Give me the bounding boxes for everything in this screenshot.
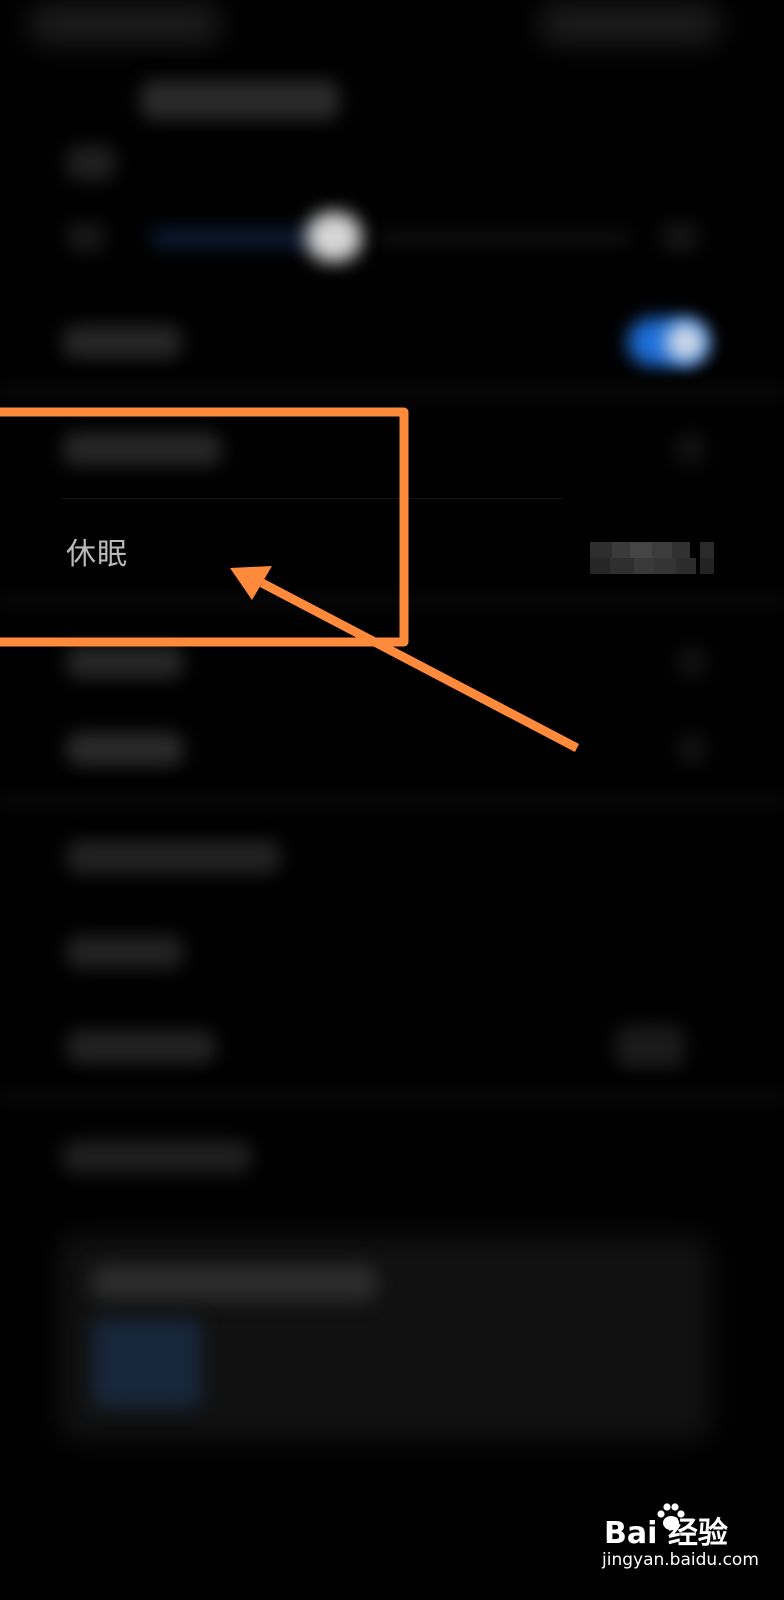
pointer-arrow-shaft: [259, 579, 580, 752]
paw-icon: [657, 1503, 685, 1530]
watermark-url: jingyan.baidu.com: [602, 1550, 759, 1570]
annotation-overlay: [0, 407, 580, 752]
watermark: Bai 经验 jingyan.baidu.com: [598, 1500, 784, 1580]
highlight-box: [0, 407, 409, 647]
